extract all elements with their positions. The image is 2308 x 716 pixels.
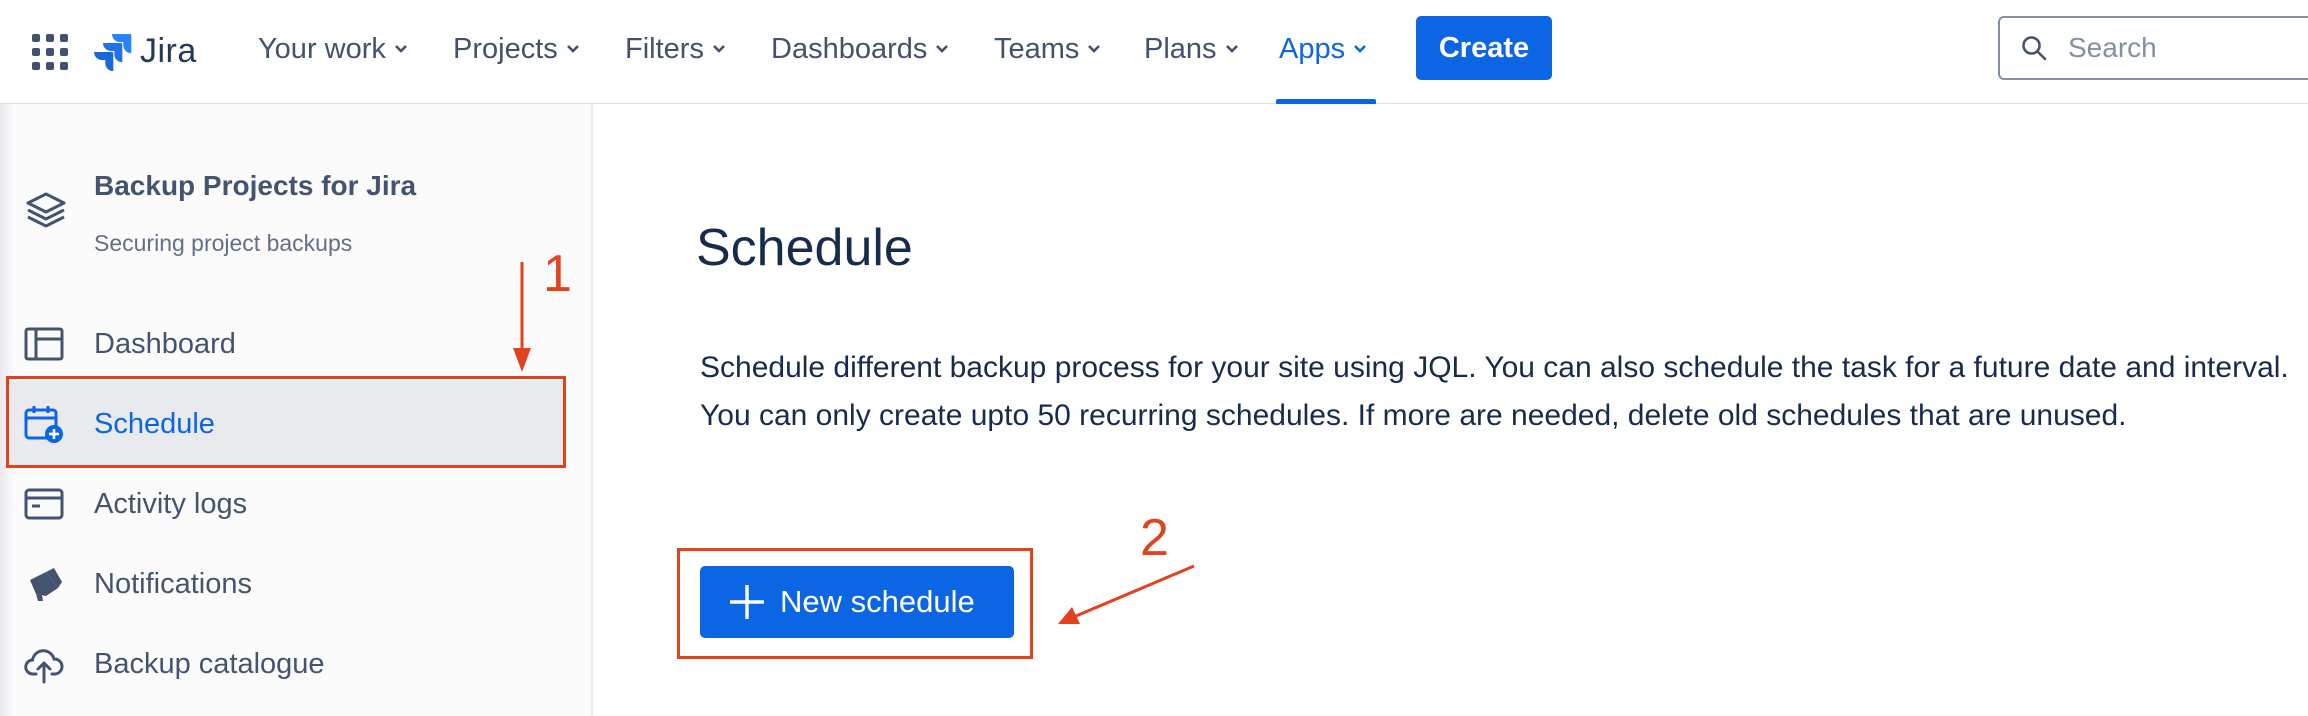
- nav-label: Your work: [258, 32, 386, 65]
- chevron-down-icon: [1225, 45, 1238, 53]
- chevron-down-icon: [1088, 45, 1101, 53]
- nav-dashboards[interactable]: Dashboards: [771, 26, 949, 72]
- jira-logo-icon: [94, 34, 132, 71]
- search-icon: [2022, 36, 2047, 61]
- annotation-arrow-2: [1058, 564, 1195, 624]
- annotation-step-1: 1: [543, 245, 572, 303]
- nav-label: Dashboards: [771, 32, 928, 65]
- annotation-step-2: 2: [1140, 509, 1169, 567]
- nav-plans[interactable]: Plans: [1144, 26, 1239, 72]
- megaphone-icon: [30, 568, 62, 601]
- app-switcher-icon[interactable]: [32, 34, 68, 70]
- sidebar-item-dashboard[interactable]: Dashboard: [6, 301, 566, 387]
- chevron-down-icon: [936, 45, 949, 53]
- chevron-down-icon: [713, 45, 725, 53]
- nav-label: Projects: [453, 32, 558, 65]
- jira-logo[interactable]: Jira: [92, 28, 197, 74]
- active-nav-indicator: [1276, 99, 1376, 104]
- chevron-down-icon: [1354, 45, 1367, 53]
- chevron-down-icon: [394, 45, 407, 53]
- sidebar-item-label: Activity logs: [94, 487, 248, 520]
- create-button[interactable]: Create: [1416, 16, 1552, 80]
- sidebar-item-backup-catalogue[interactable]: Backup catalogue: [6, 621, 566, 707]
- search-box[interactable]: [1998, 16, 2308, 80]
- nav-your-work[interactable]: Your work: [258, 26, 408, 72]
- chevron-down-icon: [566, 45, 579, 53]
- activity-log-icon: [24, 488, 64, 520]
- search-input[interactable]: [2068, 32, 2268, 64]
- annotation-highlight-schedule: [6, 376, 566, 468]
- nav-label: Plans: [1144, 32, 1217, 65]
- nav-label: Apps: [1279, 32, 1346, 65]
- app-subtitle: Securing project backups: [94, 230, 353, 256]
- sidebar-item-label: Notifications: [94, 567, 252, 600]
- nav-teams[interactable]: Teams: [994, 26, 1101, 72]
- logo-text: Jira: [140, 31, 197, 70]
- dashboard-icon: [24, 327, 64, 361]
- sidebar-item-activity-logs[interactable]: Activity logs: [6, 461, 566, 547]
- nav-label: Filters: [625, 32, 704, 65]
- sidebar-item-label: Dashboard: [94, 327, 236, 360]
- sidebar-item-label: Backup catalogue: [94, 647, 325, 680]
- page-title: Schedule: [696, 219, 913, 277]
- cloud-upload-icon: [24, 649, 64, 684]
- app-title: Backup Projects for Jira: [94, 170, 417, 201]
- top-navigation: Jira Your work Projects Filters Dashboar…: [0, 0, 2308, 104]
- nav-projects[interactable]: Projects: [453, 26, 580, 72]
- nav-apps[interactable]: Apps: [1279, 26, 1367, 72]
- annotation-highlight-new-schedule: [677, 548, 1033, 659]
- layers-stack-icon: [26, 192, 66, 228]
- sidebar-item-notifications[interactable]: Notifications: [6, 541, 566, 627]
- nav-label: Teams: [994, 32, 1080, 65]
- nav-filters[interactable]: Filters: [625, 26, 726, 72]
- page-description: Schedule different backup process for yo…: [700, 351, 2289, 432]
